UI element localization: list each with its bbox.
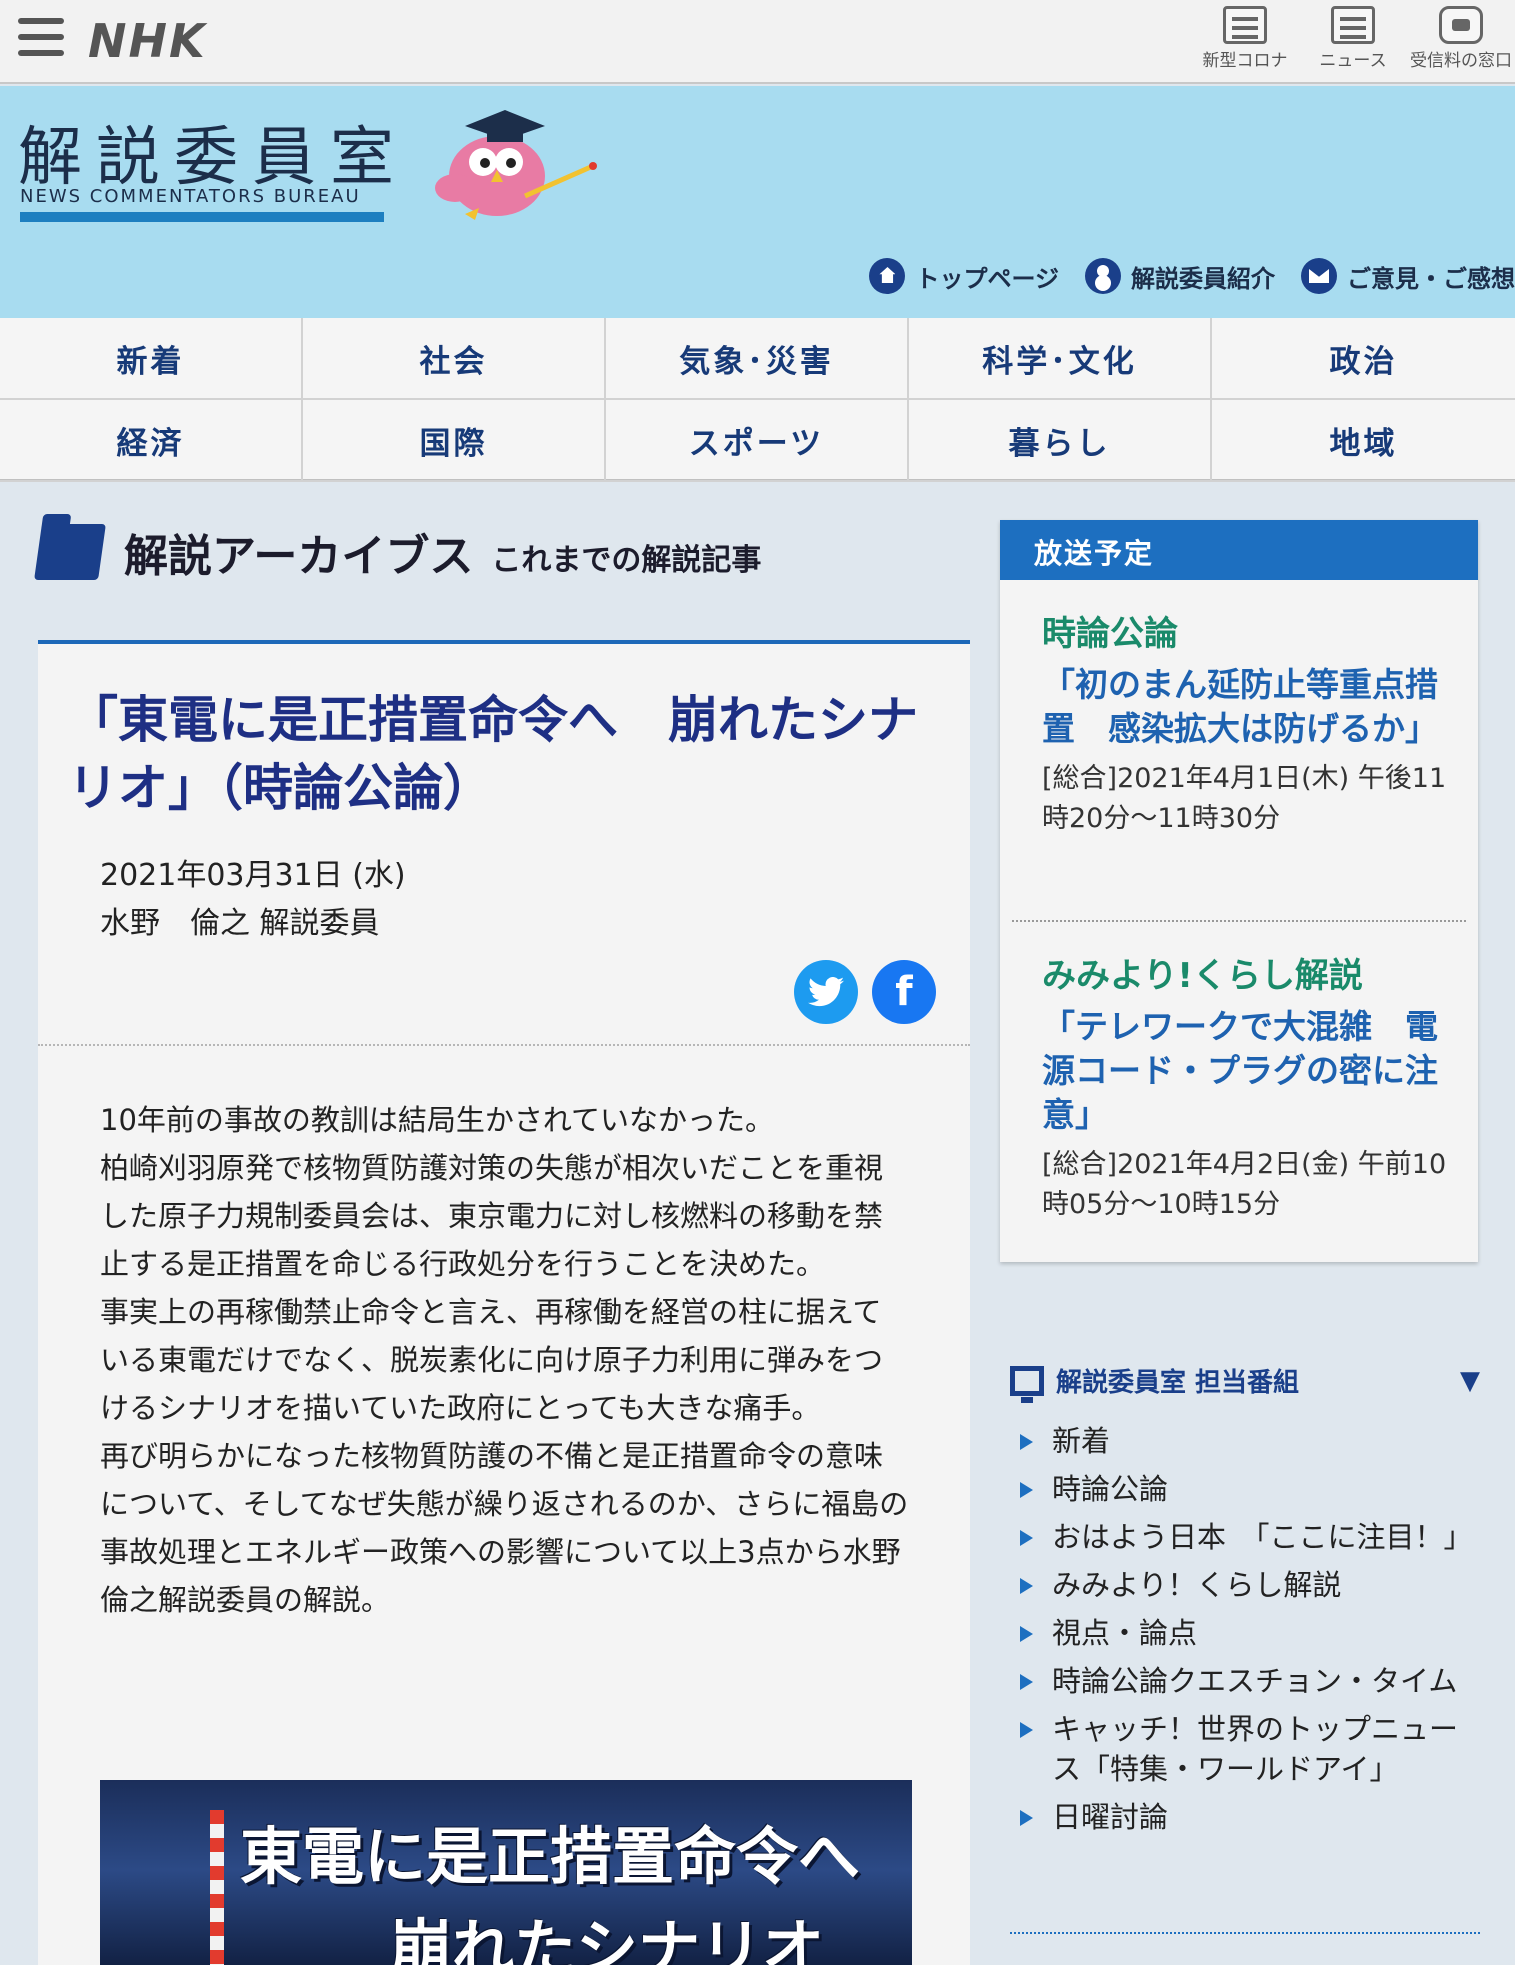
program-time: [総合]2021年4月1日(木) 午後11時20分～11時30分: [1042, 763, 1447, 834]
list-item[interactable]: 日曜討論: [1010, 1797, 1480, 1837]
program-name: みみより!くらし解説: [1042, 956, 1363, 996]
top-link-fee[interactable]: 受信料の窓口: [1407, 6, 1515, 71]
twitter-icon[interactable]: [794, 960, 858, 1024]
article-image: 東電に是正措置命令へ 崩れたシナリオ: [100, 1780, 912, 1965]
nav-label: トップページ: [915, 264, 1059, 293]
header-banner: 解説委員室 NEWS COMMENTATORS BUREAU トップページ 解説…: [0, 86, 1515, 318]
program-list-header[interactable]: 解説委員室 担当番組 ▼: [1010, 1362, 1480, 1403]
program-title[interactable]: 「テレワークで大混雑 電源コード・プラグの密に注意」: [1042, 1005, 1452, 1137]
article-paragraph: 柏崎刈羽原発で核物質防護対策の失態が相次いだことを重視した原子力規制委員会は、東…: [100, 1151, 884, 1281]
category-sports[interactable]: スポーツ: [606, 400, 909, 482]
bureau-subtitle: NEWS COMMENTATORS BUREAU: [20, 186, 361, 207]
nav-commentators[interactable]: 解説委員紹介: [1085, 258, 1275, 294]
top-links: 新型コロナ ニュース 受信料の窓口: [1191, 6, 1515, 71]
schedule-header: 放送予定: [1000, 520, 1478, 580]
category-region[interactable]: 地域: [1212, 400, 1515, 482]
article-card: 「東電に是正措置命令へ 崩れたシナリオ」（時論公論） 2021年03月31日 (…: [38, 640, 970, 1965]
list-item[interactable]: 時論公論: [1010, 1469, 1480, 1509]
mail-icon: [1301, 258, 1337, 294]
article-author: 水野 倫之 解説委員: [100, 906, 380, 941]
image-caption-2: 崩れたシナリオ: [390, 1912, 825, 1965]
article-title: 「東電に是正措置命令へ 崩れたシナリオ」（時論公論）: [68, 691, 918, 817]
program-time: [総合]2021年4月2日(金) 午前10時05分～10時15分: [1042, 1149, 1447, 1220]
top-link-news[interactable]: ニュース: [1299, 6, 1407, 71]
nav-label: 解説委員紹介: [1131, 264, 1275, 293]
article-paragraph: 事実上の再稼働禁止命令と言え、再稼働を経営の柱に据えている東電だけでなく、脱炭素…: [100, 1295, 884, 1425]
category-grid: 新着 社会 気象･災害 科学･文化 政治 経済 国際 スポーツ 暮らし 地域: [0, 318, 1515, 482]
category-science[interactable]: 科学･文化: [909, 318, 1212, 400]
top-bar: NHK 新型コロナ ニュース 受信料の窓口: [0, 0, 1515, 84]
category-living[interactable]: 暮らし: [909, 400, 1212, 482]
archive-subtitle: これまでの解説記事: [491, 543, 762, 578]
program-title[interactable]: 「初のまん延防止等重点措置 感染拡大は防げるか」: [1042, 663, 1452, 751]
article-divider: [38, 1044, 970, 1046]
folder-icon: [34, 524, 106, 580]
article-body: 10年前の事故の教訓は結局生かされていなかった。 柏崎刈羽原発で核物質防護対策の…: [100, 1096, 910, 1624]
list-item[interactable]: キャッチ！世界のトップニュース「特集・ワールドアイ」: [1010, 1709, 1480, 1789]
category-weather[interactable]: 気象･災害: [606, 318, 909, 400]
article-date: 2021年03月31日 (水): [100, 858, 406, 893]
nav-feedback[interactable]: ご意見・ご感想: [1301, 258, 1515, 294]
category-economy[interactable]: 経済: [0, 400, 303, 482]
category-politics[interactable]: 政治: [1212, 318, 1515, 400]
newspaper-icon: [1223, 6, 1267, 44]
tv-icon: [1439, 6, 1483, 44]
owl-mascot-icon: [435, 110, 597, 220]
nav-top-page[interactable]: トップページ: [869, 258, 1059, 294]
home-icon: [869, 258, 906, 294]
broadcast-schedule: 放送予定 時論公論 「初のまん延防止等重点措置 感染拡大は防げるか」 [総合]2…: [1000, 520, 1478, 1262]
top-link-label: 受信料の窓口: [1410, 51, 1512, 71]
menu-icon[interactable]: [18, 18, 64, 60]
bureau-underline: [20, 212, 384, 222]
schedule-divider: [1012, 920, 1466, 922]
person-icon: [1085, 258, 1121, 294]
program-items: 新着 時論公論 おはよう日本 「ここに注目！」 みみより！くらし解説 視点・論点…: [1010, 1421, 1480, 1837]
facebook-icon[interactable]: f: [872, 960, 936, 1024]
bureau-title[interactable]: 解説委員室: [18, 106, 408, 198]
tower-graphic: [210, 1810, 224, 1965]
program-name: 時論公論: [1042, 614, 1178, 654]
article-paragraph: 10年前の事故の教訓は結局生かされていなかった。: [100, 1103, 775, 1137]
banner-nav: トップページ 解説委員紹介 ご意見・ご感想: [869, 258, 1515, 294]
program-list-title: 解説委員室 担当番組: [1056, 1368, 1300, 1398]
list-item[interactable]: 時論公論クエスチョン・タイム: [1010, 1661, 1480, 1701]
archive-heading: 解説アーカイブス これまでの解説記事: [34, 520, 762, 584]
category-new[interactable]: 新着: [0, 318, 303, 400]
monitor-icon: [1010, 1365, 1044, 1403]
chevron-down-icon[interactable]: ▼: [1460, 1366, 1480, 1396]
list-item[interactable]: 新着: [1010, 1421, 1480, 1461]
list-item[interactable]: みみより！くらし解説: [1010, 1565, 1480, 1605]
image-caption-1: 東電に是正措置命令へ: [240, 1820, 861, 1893]
list-item[interactable]: おはよう日本 「ここに注目！」: [1010, 1517, 1480, 1557]
top-link-corona[interactable]: 新型コロナ: [1191, 6, 1299, 71]
nav-label: ご意見・ご感想: [1347, 264, 1515, 293]
list-item[interactable]: 視点・論点: [1010, 1613, 1480, 1653]
top-link-label: 新型コロナ: [1202, 51, 1288, 71]
archive-title: 解説アーカイブス: [124, 531, 474, 582]
program-list: 解説委員室 担当番組 ▼ 新着 時論公論 おはよう日本 「ここに注目！」 みみよ…: [1010, 1362, 1480, 1845]
category-society[interactable]: 社会: [303, 318, 606, 400]
nhk-logo[interactable]: NHK: [88, 14, 207, 68]
article-paragraph: 再び明らかになった核物質防護の不備と是正措置命令の意味について、そしてなぜ失態が…: [100, 1439, 909, 1617]
schedule-item[interactable]: 時論公論 「初のまん延防止等重点措置 感染拡大は防げるか」 [総合]2021年4…: [1042, 606, 1452, 839]
program-list-divider: [1010, 1932, 1480, 1934]
top-link-label: ニュース: [1319, 51, 1387, 71]
news-icon: [1331, 6, 1375, 44]
twitter-bird-icon: [808, 977, 844, 1007]
share-buttons: f: [794, 960, 936, 1024]
category-international[interactable]: 国際: [303, 400, 606, 482]
schedule-item[interactable]: みみより!くらし解説 「テレワークで大混雑 電源コード・プラグの密に注意」 [総…: [1042, 948, 1452, 1225]
